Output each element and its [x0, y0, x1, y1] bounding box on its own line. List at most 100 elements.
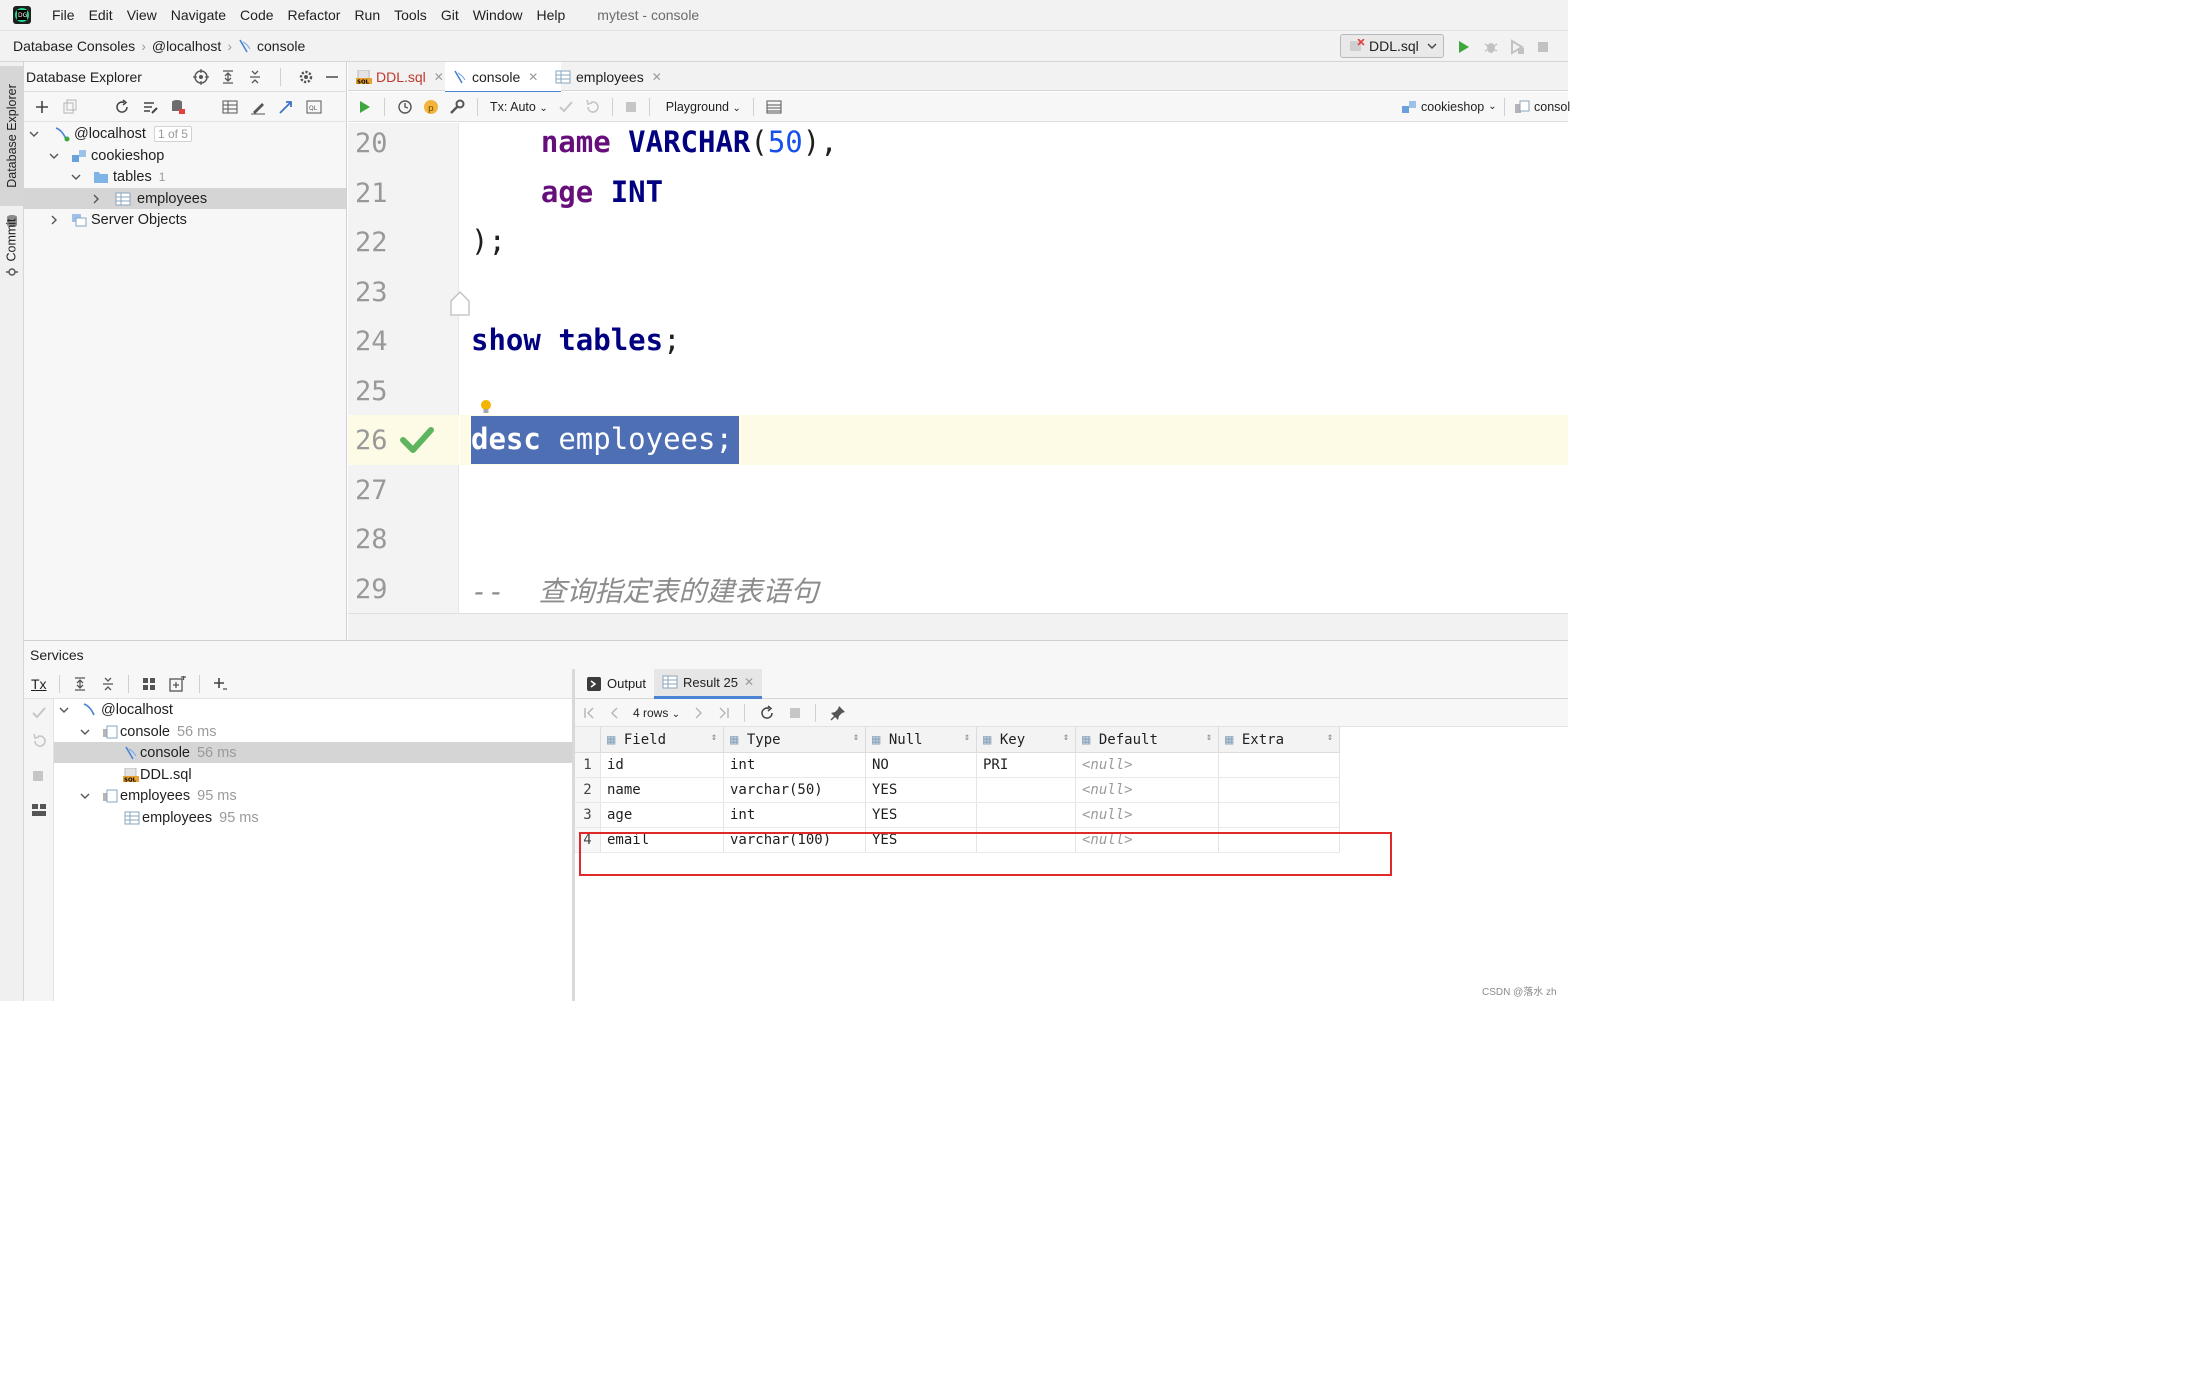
- add-service-icon[interactable]: [212, 676, 228, 692]
- service-node-console-session[interactable]: console 56 ms: [54, 721, 572, 742]
- first-page-icon[interactable]: [583, 707, 595, 719]
- close-icon[interactable]: ✕: [528, 70, 538, 84]
- rollback-icon[interactable]: [31, 733, 47, 749]
- run-icon[interactable]: [1454, 40, 1474, 54]
- console-select[interactable]: consol: [1514, 99, 1570, 115]
- execute-icon[interactable]: [358, 100, 372, 114]
- gear-icon[interactable]: [298, 69, 314, 85]
- menu-git[interactable]: Git: [441, 7, 459, 23]
- properties-icon[interactable]: [142, 99, 158, 115]
- sort-icon[interactable]: ⇕: [853, 732, 859, 743]
- output-layout-icon[interactable]: [766, 99, 782, 115]
- code-line-22[interactable]: );: [471, 224, 506, 258]
- table-cell[interactable]: YES: [865, 802, 977, 828]
- parameters-icon[interactable]: p: [423, 99, 439, 115]
- menu-tools[interactable]: Tools: [394, 7, 427, 23]
- sort-icon[interactable]: ⇕: [964, 732, 970, 743]
- service-node-localhost[interactable]: @localhost: [54, 699, 572, 720]
- collapse-all-icon[interactable]: [247, 69, 263, 85]
- table-cell[interactable]: [976, 802, 1076, 828]
- pin-icon[interactable]: [830, 705, 846, 721]
- tx-icon[interactable]: Tx: [31, 676, 47, 692]
- service-node-ddl-sql[interactable]: SQL DDL.sql: [54, 764, 572, 785]
- stop-icon[interactable]: [1530, 41, 1556, 53]
- lightbulb-icon[interactable]: [479, 399, 493, 415]
- table-cell[interactable]: age: [600, 802, 724, 828]
- table-cell[interactable]: [976, 777, 1076, 803]
- group-by-icon[interactable]: [141, 676, 157, 692]
- table-cell[interactable]: PRI: [976, 752, 1076, 778]
- code-line-24[interactable]: show tables;: [471, 323, 681, 357]
- duplicate-icon[interactable]: [62, 99, 78, 115]
- menu-navigate[interactable]: Navigate: [171, 7, 226, 23]
- jump-icon[interactable]: [278, 99, 294, 115]
- tab-output[interactable]: Output: [575, 669, 654, 699]
- table-cell[interactable]: [1218, 777, 1340, 803]
- expand-all-icon[interactable]: [220, 69, 236, 85]
- column-header-type[interactable]: ▦ Type ⇕: [723, 727, 866, 753]
- menu-view[interactable]: View: [127, 7, 157, 23]
- table-cell[interactable]: NO: [865, 752, 977, 778]
- tab-commit[interactable]: Commit: [0, 210, 24, 270]
- table-cell[interactable]: <null>: [1075, 802, 1219, 828]
- menu-file[interactable]: File: [52, 7, 75, 23]
- chevron-down-icon[interactable]: [79, 792, 91, 800]
- sort-icon[interactable]: ⇕: [1327, 732, 1333, 743]
- table-row[interactable]: 1 id int NO PRI <null>: [575, 752, 1340, 778]
- rollback-icon[interactable]: [584, 99, 600, 115]
- target-icon[interactable]: [193, 69, 209, 85]
- tree-node-server-objects[interactable]: Server Objects: [24, 209, 346, 230]
- chevron-right-icon[interactable]: [90, 194, 102, 204]
- wrench-icon[interactable]: [449, 99, 465, 115]
- tree-node-tables[interactable]: tables 1: [24, 166, 346, 187]
- playground-select[interactable]: Playground ⌄: [666, 100, 741, 114]
- chevron-down-icon[interactable]: [48, 152, 60, 160]
- commit-check-icon[interactable]: [31, 705, 47, 721]
- chevron-down-icon[interactable]: [79, 728, 91, 736]
- table-cell[interactable]: [1218, 752, 1340, 778]
- table-icon[interactable]: [222, 99, 238, 115]
- refresh-icon[interactable]: [114, 98, 130, 115]
- menu-help[interactable]: Help: [537, 7, 566, 23]
- table-row[interactable]: 2 name varchar(50) YES <null>: [575, 777, 1340, 803]
- table-cell[interactable]: name: [600, 777, 724, 803]
- refresh-icon[interactable]: [759, 704, 775, 721]
- code-line-26[interactable]: desc employees;: [471, 422, 733, 456]
- tree-node-cookieshop[interactable]: cookieshop: [24, 145, 346, 166]
- column-header-extra[interactable]: ▦ Extra ⇕: [1218, 727, 1340, 753]
- layout-icon[interactable]: [31, 803, 47, 817]
- stop-icon[interactable]: [32, 770, 44, 782]
- tab-console[interactable]: console ✕: [445, 62, 561, 94]
- column-header-null[interactable]: ▦ Null ⇕: [865, 727, 977, 753]
- column-header-field[interactable]: ▦ Field ⇕: [600, 727, 724, 753]
- previous-page-icon[interactable]: [609, 707, 619, 719]
- rows-count-select[interactable]: 4 rows ⌄: [633, 706, 680, 720]
- table-cell[interactable]: int: [723, 752, 866, 778]
- next-page-icon[interactable]: [694, 707, 704, 719]
- code-line-29[interactable]: -- 查询指定表的建表语句: [471, 570, 818, 610]
- fold-marker-icon[interactable]: [449, 289, 471, 317]
- column-header-default[interactable]: ▦ Default ⇕: [1075, 727, 1219, 753]
- query-console-icon[interactable]: QL: [306, 99, 322, 115]
- table-cell[interactable]: <null>: [1075, 777, 1219, 803]
- debug-icon[interactable]: [1478, 39, 1504, 55]
- sort-icon[interactable]: ⇕: [1206, 732, 1212, 743]
- sort-icon[interactable]: ⇕: [711, 732, 717, 743]
- chevron-down-icon[interactable]: [28, 130, 40, 138]
- close-icon[interactable]: ✕: [652, 70, 662, 84]
- menu-edit[interactable]: Edit: [89, 7, 113, 23]
- tree-node-localhost[interactable]: @localhost 1 of 5: [24, 123, 346, 144]
- close-icon[interactable]: ✕: [744, 675, 754, 689]
- table-cell[interactable]: <null>: [1075, 752, 1219, 778]
- tree-node-employees[interactable]: employees: [24, 188, 346, 209]
- breadcrumb-localhost[interactable]: @localhost: [152, 38, 221, 54]
- commit-check-icon[interactable]: [558, 99, 574, 115]
- stop-icon[interactable]: [625, 101, 637, 113]
- table-cell[interactable]: [1218, 802, 1340, 828]
- tab-employees[interactable]: employees ✕: [547, 62, 675, 91]
- code-line-20[interactable]: name VARCHAR(50),: [471, 125, 838, 159]
- breadcrumb-console[interactable]: console: [257, 38, 305, 54]
- minimize-icon[interactable]: [325, 70, 339, 84]
- chevron-down-icon[interactable]: [58, 706, 70, 714]
- menu-run[interactable]: Run: [354, 7, 380, 23]
